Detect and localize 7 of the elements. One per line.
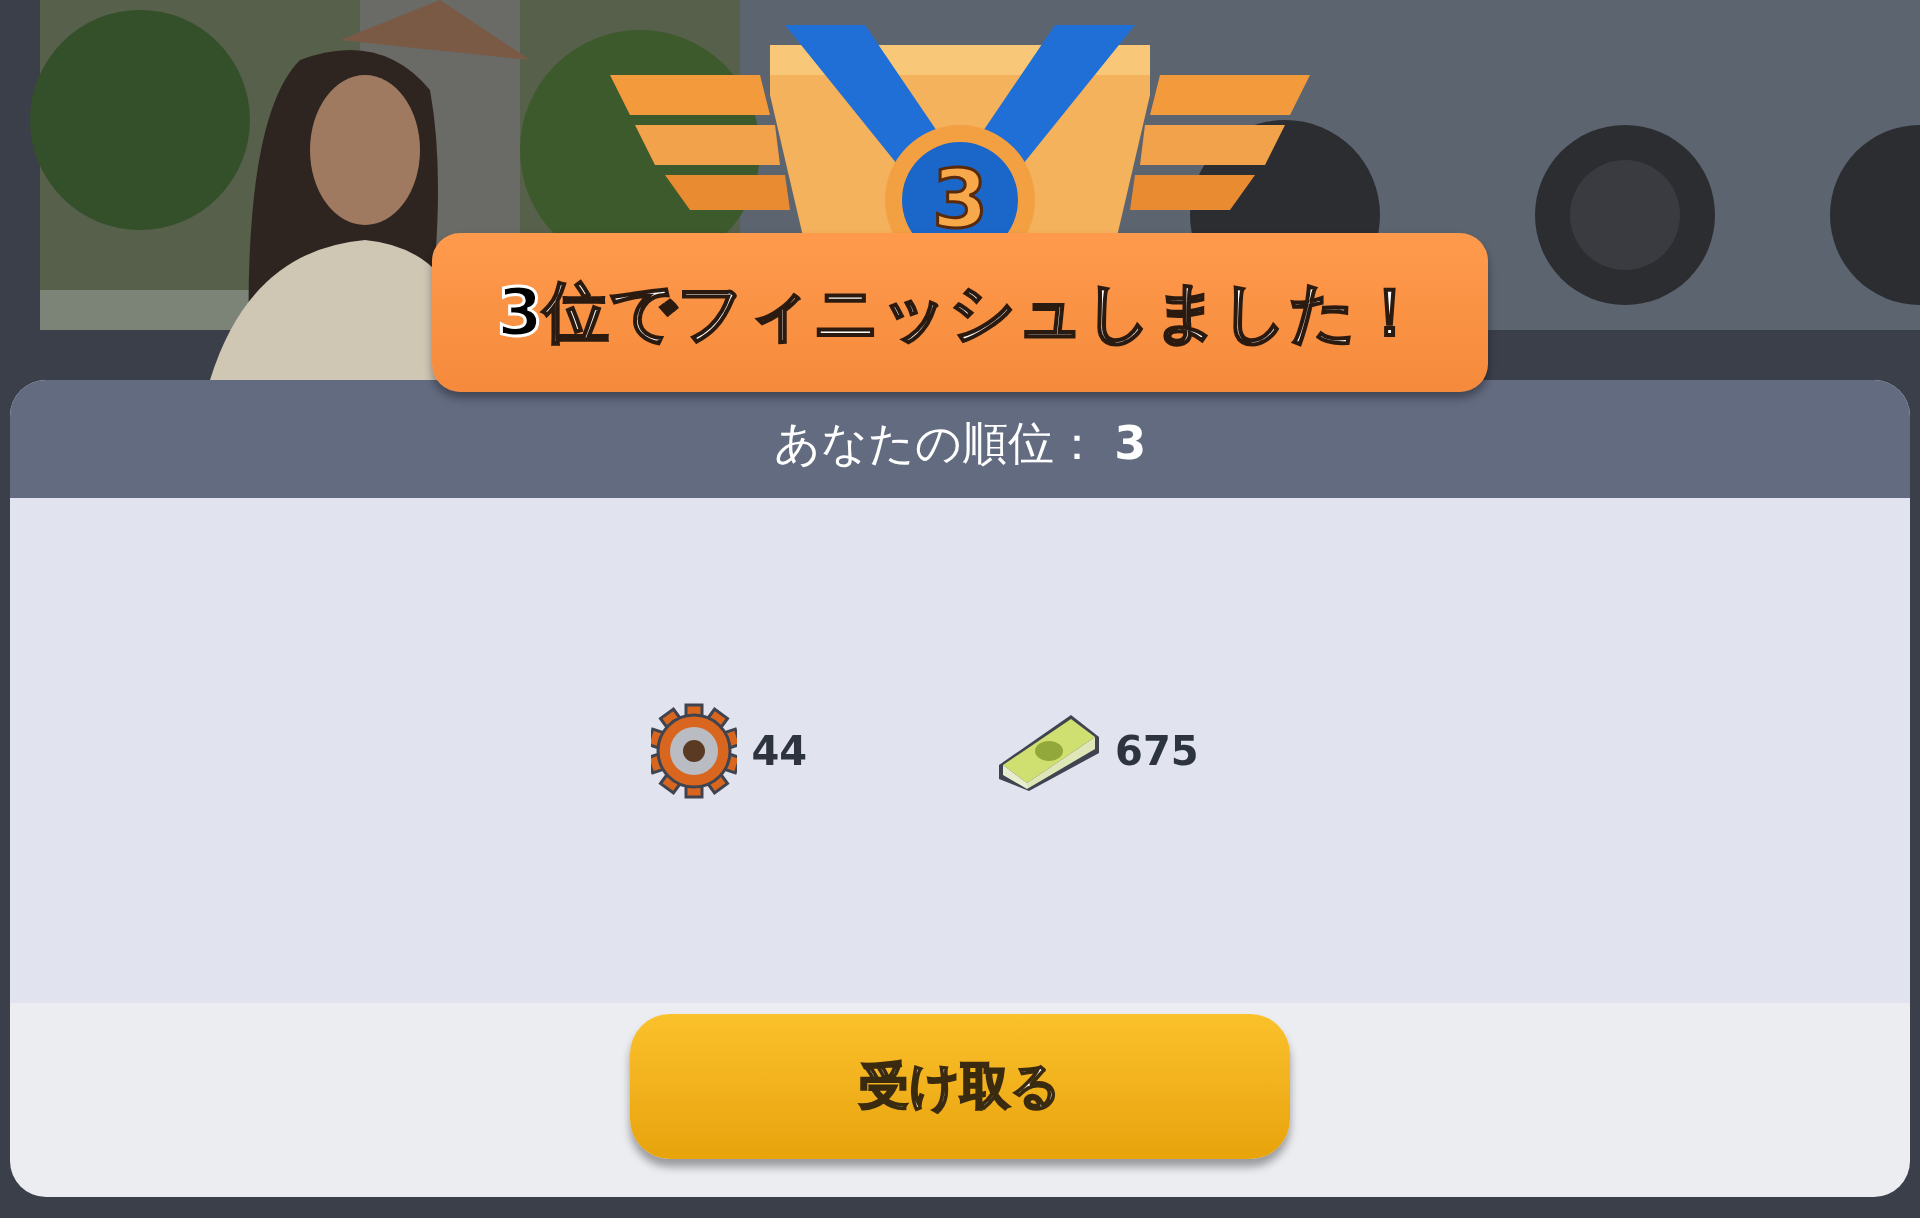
claim-button[interactable]: 受け取る [630,1014,1290,1159]
gear-icon [651,701,738,800]
reward-amount: 675 [1115,726,1199,776]
medal-rank: 3 [931,152,989,248]
rank-line: あなたの順位： 3 [773,415,1147,472]
banner-title: 3位でフィニッシュしました！ [497,273,1423,353]
reward-amount: 44 [751,726,808,776]
